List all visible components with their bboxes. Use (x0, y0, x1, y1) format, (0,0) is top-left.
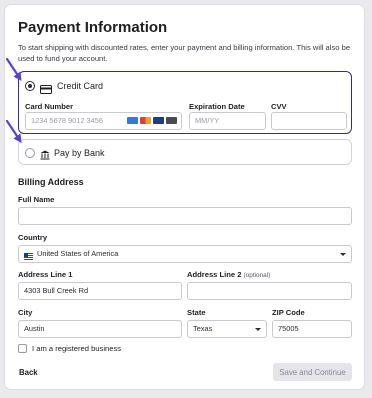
card-brand-icons (127, 117, 177, 124)
credit-card-label: Credit Card (57, 81, 104, 91)
business-checkbox-label[interactable]: I am a registered business (32, 344, 121, 353)
cvv-label: CVV (271, 102, 287, 111)
country-label: Country (18, 233, 48, 242)
full-name-label: Full Name (18, 195, 55, 204)
expiration-input[interactable]: MM/YY (189, 112, 266, 130)
bank-icon (40, 147, 50, 165)
back-button[interactable]: Back (19, 368, 38, 377)
full-name-input[interactable] (18, 207, 352, 225)
discover-icon (166, 117, 177, 124)
city-label: City (18, 308, 33, 317)
card-number-label: Card Number (25, 102, 74, 111)
credit-card-icon (40, 81, 52, 99)
state-select[interactable]: Texas (187, 320, 267, 338)
expiration-label: Expiration Date (189, 102, 245, 111)
business-checkbox[interactable] (18, 344, 27, 353)
chevron-down-icon (255, 328, 261, 331)
visa-icon (153, 117, 164, 124)
zip-input[interactable]: 75005 (272, 320, 352, 338)
address2-label: Address Line 2 (optional) (187, 270, 270, 279)
chevron-down-icon (340, 253, 346, 256)
annotation-arrow-icon (5, 119, 22, 143)
credit-card-option[interactable]: Credit Card Card Number 1234 5678 9012 3… (18, 71, 352, 134)
country-value: United States of America (37, 249, 119, 258)
amex-icon (127, 117, 138, 124)
annotation-arrow-icon (5, 57, 22, 81)
country-select[interactable]: United States of America (18, 245, 352, 263)
bank-radio[interactable] (25, 148, 35, 158)
address1-input[interactable]: 4303 Bull Creek Rd (18, 282, 182, 300)
billing-section-title: Billing Address (18, 177, 84, 187)
credit-card-radio[interactable] (25, 81, 35, 91)
card-number-input[interactable]: 1234 5678 9012 3456 (25, 112, 182, 130)
address2-input[interactable] (187, 282, 352, 300)
state-value: Texas (193, 324, 213, 333)
cvv-input[interactable] (271, 112, 347, 130)
address2-label-text: Address Line 2 (187, 270, 242, 279)
optional-tag: (optional) (243, 272, 271, 279)
payment-card: Payment Information To start shipping wi… (4, 4, 365, 390)
city-input[interactable]: Austin (18, 320, 182, 338)
address1-label: Address Line 1 (18, 270, 73, 279)
bank-label: Pay by Bank (54, 148, 105, 158)
card-number-placeholder: 1234 5678 9012 3456 (31, 116, 103, 125)
page-title: Payment Information (18, 19, 168, 36)
state-label: State (187, 308, 206, 317)
page-subtitle: To start shipping with discounted rates,… (18, 43, 351, 63)
save-and-continue-button[interactable]: Save and Continue (273, 363, 352, 381)
pay-by-bank-option[interactable]: Pay by Bank (18, 139, 352, 165)
mastercard-icon (140, 117, 151, 124)
zip-label: ZIP Code (272, 308, 305, 317)
us-flag-icon (24, 250, 33, 266)
